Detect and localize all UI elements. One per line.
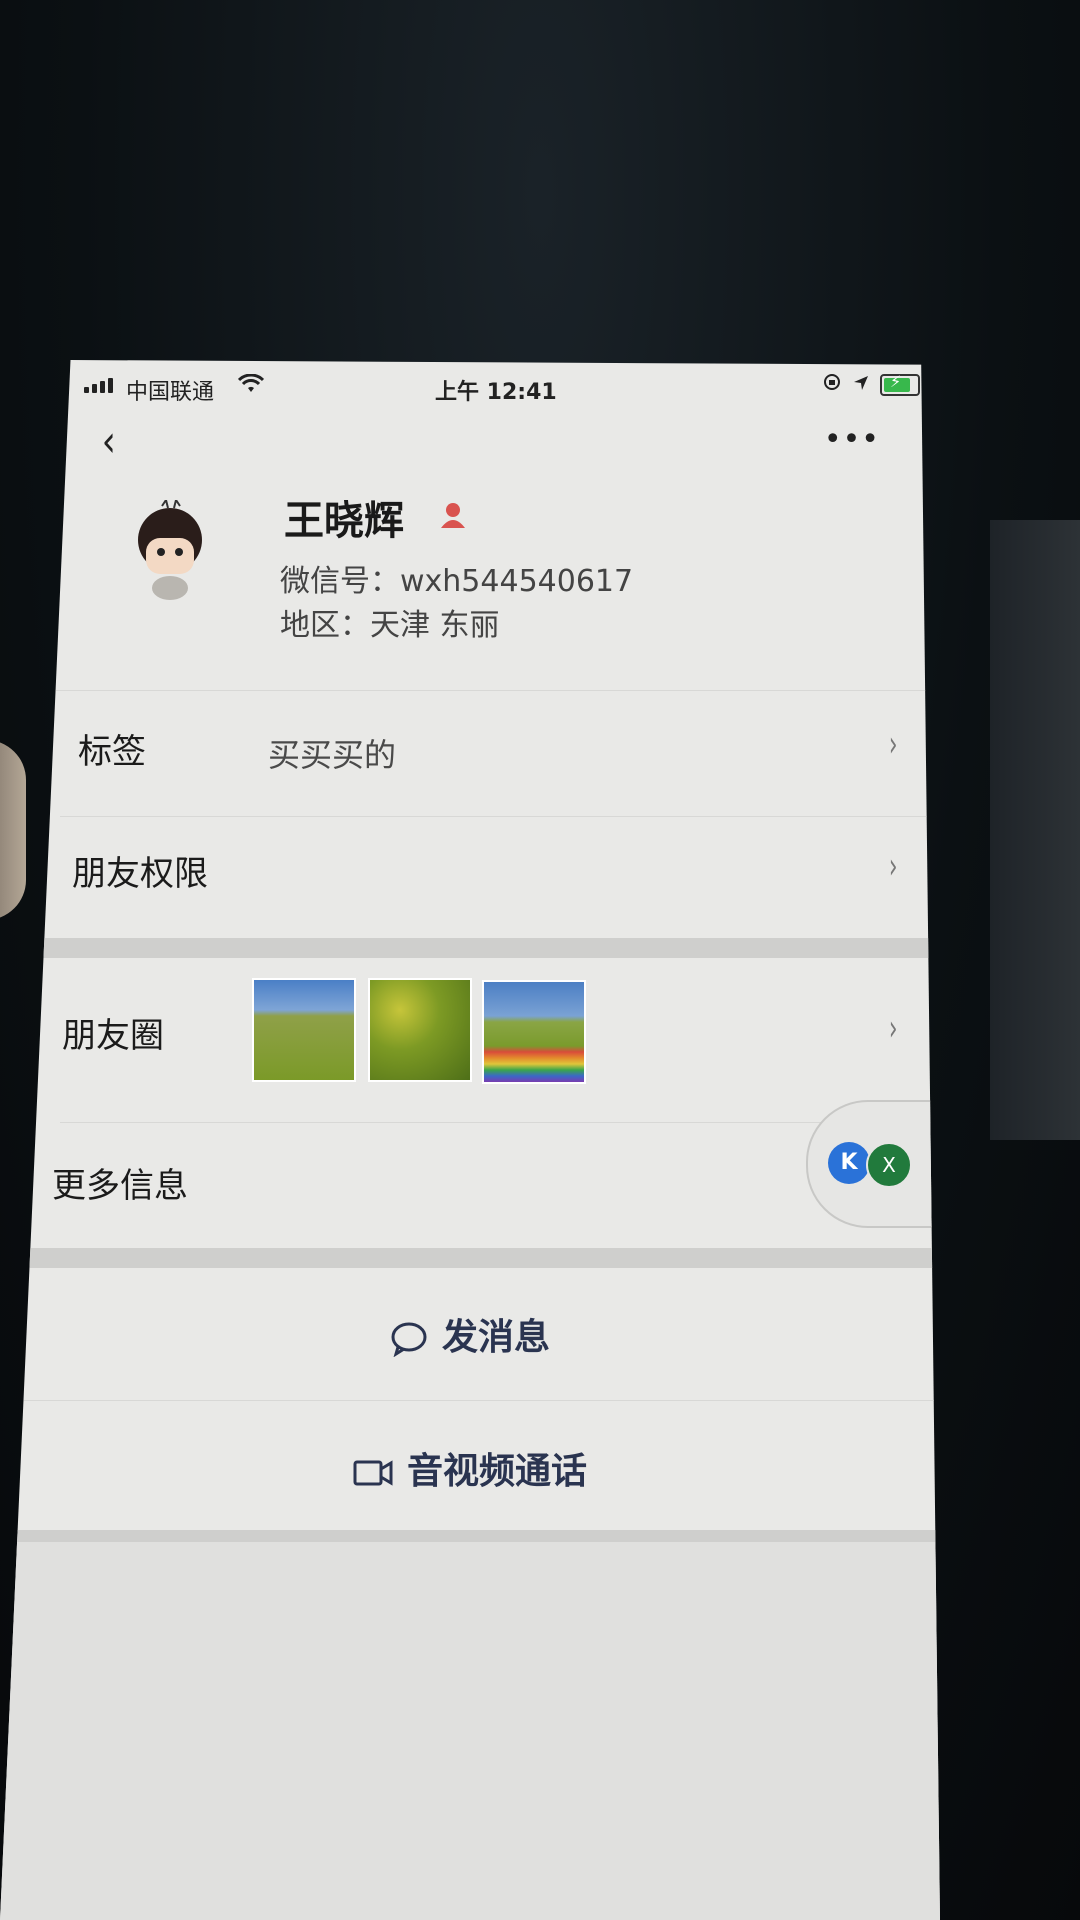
send-message-label: 发消息 [441,1317,550,1358]
contact-name: 王晓辉 [284,498,404,544]
more-options-button[interactable]: ••• [824,422,880,457]
chevron-right-icon: › [888,846,898,887]
background-object [990,520,1080,1140]
video-call-label: 音视频通话 [406,1451,587,1492]
clock: 上午 12:41 [435,380,557,405]
gender-person-icon [438,500,468,534]
row-friend-permissions[interactable]: 朋友权限 › [0,818,940,928]
divider [60,1122,940,1123]
photo-background: 中国联通 上午 12:41 ⚡ ‹ ••• 王晓辉 微信号：wxh5445406… [0,0,1080,1920]
section-gap [0,1248,940,1268]
avatar[interactable] [128,497,212,600]
divider [0,690,940,691]
orientation-lock-icon [822,372,842,398]
empty-area [0,1542,940,1920]
divider [0,1400,940,1401]
section-gap [0,938,940,958]
friend-permissions-label: 朋友权限 [72,854,208,894]
send-message-button[interactable]: 发消息 [0,1308,940,1360]
moments-photo-1[interactable] [252,978,356,1082]
signal-icon [84,378,113,393]
wifi-icon [237,373,265,400]
chevron-right-icon: › [888,1008,898,1049]
chevron-right-icon: › [888,724,898,765]
more-info-label: 更多信息 [52,1166,188,1206]
floating-window-badge[interactable]: K X [806,1100,940,1228]
excel-x-icon: X [866,1142,912,1188]
app-k-icon: K [828,1142,870,1184]
video-camera-icon [353,1451,407,1492]
tags-value: 买买买的 [268,736,397,774]
row-moments[interactable]: 朋友圈 › [0,958,940,1108]
video-call-button[interactable]: 音视频通话 [0,1442,940,1494]
divider [60,816,940,817]
phone-screen: 中国联通 上午 12:41 ⚡ ‹ ••• 王晓辉 微信号：wxh5445406… [0,360,940,1920]
moments-photo-3[interactable] [482,980,586,1084]
moments-label: 朋友圈 [62,1016,164,1056]
back-button[interactable]: ‹ [102,420,116,464]
location-icon [852,373,870,398]
tags-label: 标签 [78,732,146,772]
moments-photo-2[interactable] [368,978,472,1082]
chat-bubble-icon [390,1317,442,1358]
carrier-name: 中国联通 [126,380,215,405]
region: 地区：天津 东丽 [280,608,500,643]
status-bar: 中国联通 上午 12:41 ⚡ [70,368,920,408]
row-tags[interactable]: 标签 买买买的 › [0,696,940,806]
battery-icon: ⚡ [880,372,920,396]
wechat-id: 微信号：wxh544540617 [280,564,634,599]
finger [0,740,26,920]
row-more-info[interactable]: 更多信息 [0,1130,940,1240]
section-gap [0,1530,940,1542]
